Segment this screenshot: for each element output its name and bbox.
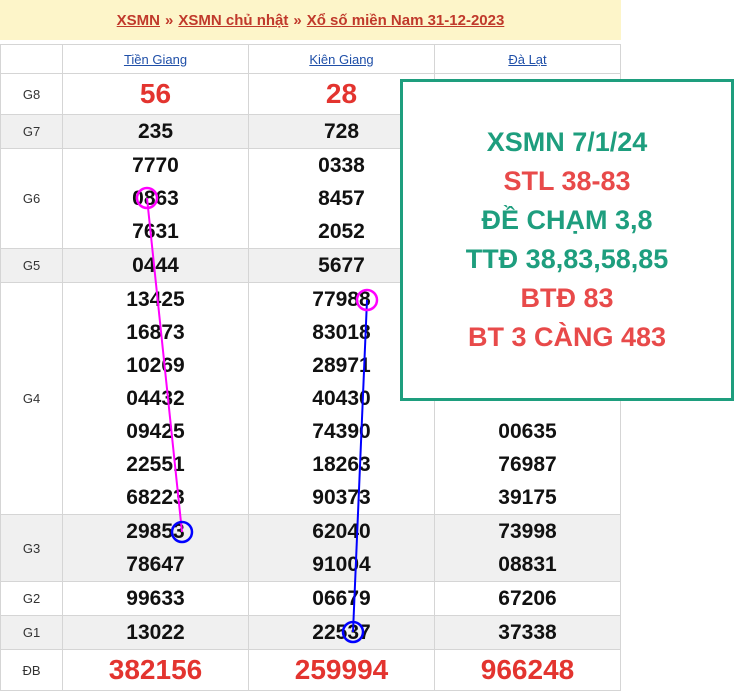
prize-number: 7770	[132, 154, 179, 177]
prize-number: 91004	[312, 553, 371, 576]
prize-cell: 235	[62, 114, 249, 149]
prize-label: ĐB	[0, 649, 63, 691]
prize-number: 0444	[132, 254, 179, 277]
prediction-line-bt-3-cang: BT 3 CÀNG 483	[467, 322, 667, 352]
prize-cell: 0444	[62, 248, 249, 283]
prize-number: 37338	[498, 621, 557, 644]
column-header: Kiên Giang	[248, 44, 435, 74]
prize-number: 22537	[312, 621, 371, 644]
prize-cell: 62040 91004	[248, 514, 435, 582]
prize-number: 68223	[126, 486, 185, 509]
prize-cell: 382156	[62, 649, 249, 691]
prize-label: G8	[0, 73, 63, 115]
prize-number: 56	[139, 78, 172, 109]
prize-number: 00635	[498, 420, 557, 443]
prize-cell: 99633	[62, 581, 249, 616]
prize-cell: 73998 08831	[434, 514, 621, 582]
prize-row: G2 99633 06679 67206	[0, 581, 621, 616]
breadcrumb-link-date[interactable]: Xổ số miền Nam 31-12-2023	[307, 12, 505, 29]
prize-label: G1	[0, 615, 63, 650]
prize-number: 74390	[312, 420, 371, 443]
prize-number: 78647	[126, 553, 185, 576]
prize-label: G6	[0, 148, 63, 249]
prize-label: G4	[0, 282, 63, 515]
prize-number: 62040	[312, 520, 371, 543]
prize-number: 235	[137, 120, 174, 143]
prize-cell: 29853 78647	[62, 514, 249, 582]
prize-number: 67206	[498, 587, 557, 610]
prize-number: 09425	[126, 420, 185, 443]
breadcrumb: XSMN » XSMN chủ nhật » Xổ số miền Nam 31…	[0, 0, 621, 40]
prize-row: ĐB 382156 259994 966248	[0, 649, 621, 691]
prize-number: 10269	[126, 354, 185, 377]
prize-cell: 22537	[248, 615, 435, 650]
prize-cell: 13022	[62, 615, 249, 650]
prize-cell: 67206	[434, 581, 621, 616]
prize-cell: 56	[62, 73, 249, 115]
prize-label: G7	[0, 114, 63, 149]
prize-number: 04432	[126, 387, 185, 410]
prize-number: 39175	[498, 486, 557, 509]
prize-cell: 966248	[434, 649, 621, 691]
prize-label: G3	[0, 514, 63, 582]
prediction-line-ttd: TTĐ 38,83,58,85	[465, 244, 669, 274]
prize-cell: 37338	[434, 615, 621, 650]
prize-cell: 06679	[248, 581, 435, 616]
prize-number: 18263	[312, 453, 371, 476]
prize-number: 13425	[126, 288, 185, 311]
province-link-kien-giang[interactable]: Kiên Giang	[309, 52, 373, 67]
prize-row: G1 13022 22537 37338	[0, 615, 621, 650]
column-header: Đà Lạt	[434, 44, 621, 74]
prize-number: 13022	[126, 621, 185, 644]
prediction-line-btd: BTĐ 83	[520, 283, 614, 313]
prize-number: 76987	[498, 453, 557, 476]
prize-number: 90373	[312, 486, 371, 509]
breadcrumb-link-xsmn[interactable]: XSMN	[117, 12, 160, 29]
prize-number: 259994	[294, 654, 389, 685]
prize-label: G5	[0, 248, 63, 283]
breadcrumb-separator: »	[293, 11, 302, 29]
prize-label: G2	[0, 581, 63, 616]
prize-number: 16873	[126, 321, 185, 344]
prediction-title: XSMN 7/1/24	[486, 127, 648, 157]
prize-number: 06679	[312, 587, 371, 610]
column-header: Tiền Giang	[62, 44, 249, 74]
prize-number: 0863	[132, 187, 179, 210]
corner-cell	[0, 44, 63, 74]
breadcrumb-link-sunday[interactable]: XSMN chủ nhật	[178, 12, 288, 29]
prize-number: 7631	[132, 220, 179, 243]
prize-row: G3 29853 78647 62040 91004 73998 08831	[0, 514, 621, 582]
prize-number: 966248	[480, 654, 575, 685]
province-link-tien-giang[interactable]: Tiền Giang	[124, 52, 187, 67]
breadcrumb-separator: »	[165, 11, 174, 29]
prize-number: 08831	[498, 553, 557, 576]
prize-cell: 13425 16873 10269 04432 09425 22551 68223	[62, 282, 249, 515]
province-link-da-lat[interactable]: Đà Lạt	[508, 52, 546, 67]
prize-number: 382156	[108, 654, 203, 685]
prize-number: 99633	[126, 587, 185, 610]
prediction-line-de-cham: ĐỀ CHẠM 3,8	[481, 205, 653, 235]
prize-cell: 7770 0863 7631	[62, 148, 249, 249]
prize-number: 73998	[498, 520, 557, 543]
prediction-line-stl: STL 38-83	[503, 166, 631, 196]
prize-cell: 259994	[248, 649, 435, 691]
prize-number: 22551	[126, 453, 185, 476]
prize-number: 29853	[126, 520, 185, 543]
prediction-box: XSMN 7/1/24 STL 38-83 ĐỀ CHẠM 3,8 TTĐ 38…	[400, 79, 734, 401]
